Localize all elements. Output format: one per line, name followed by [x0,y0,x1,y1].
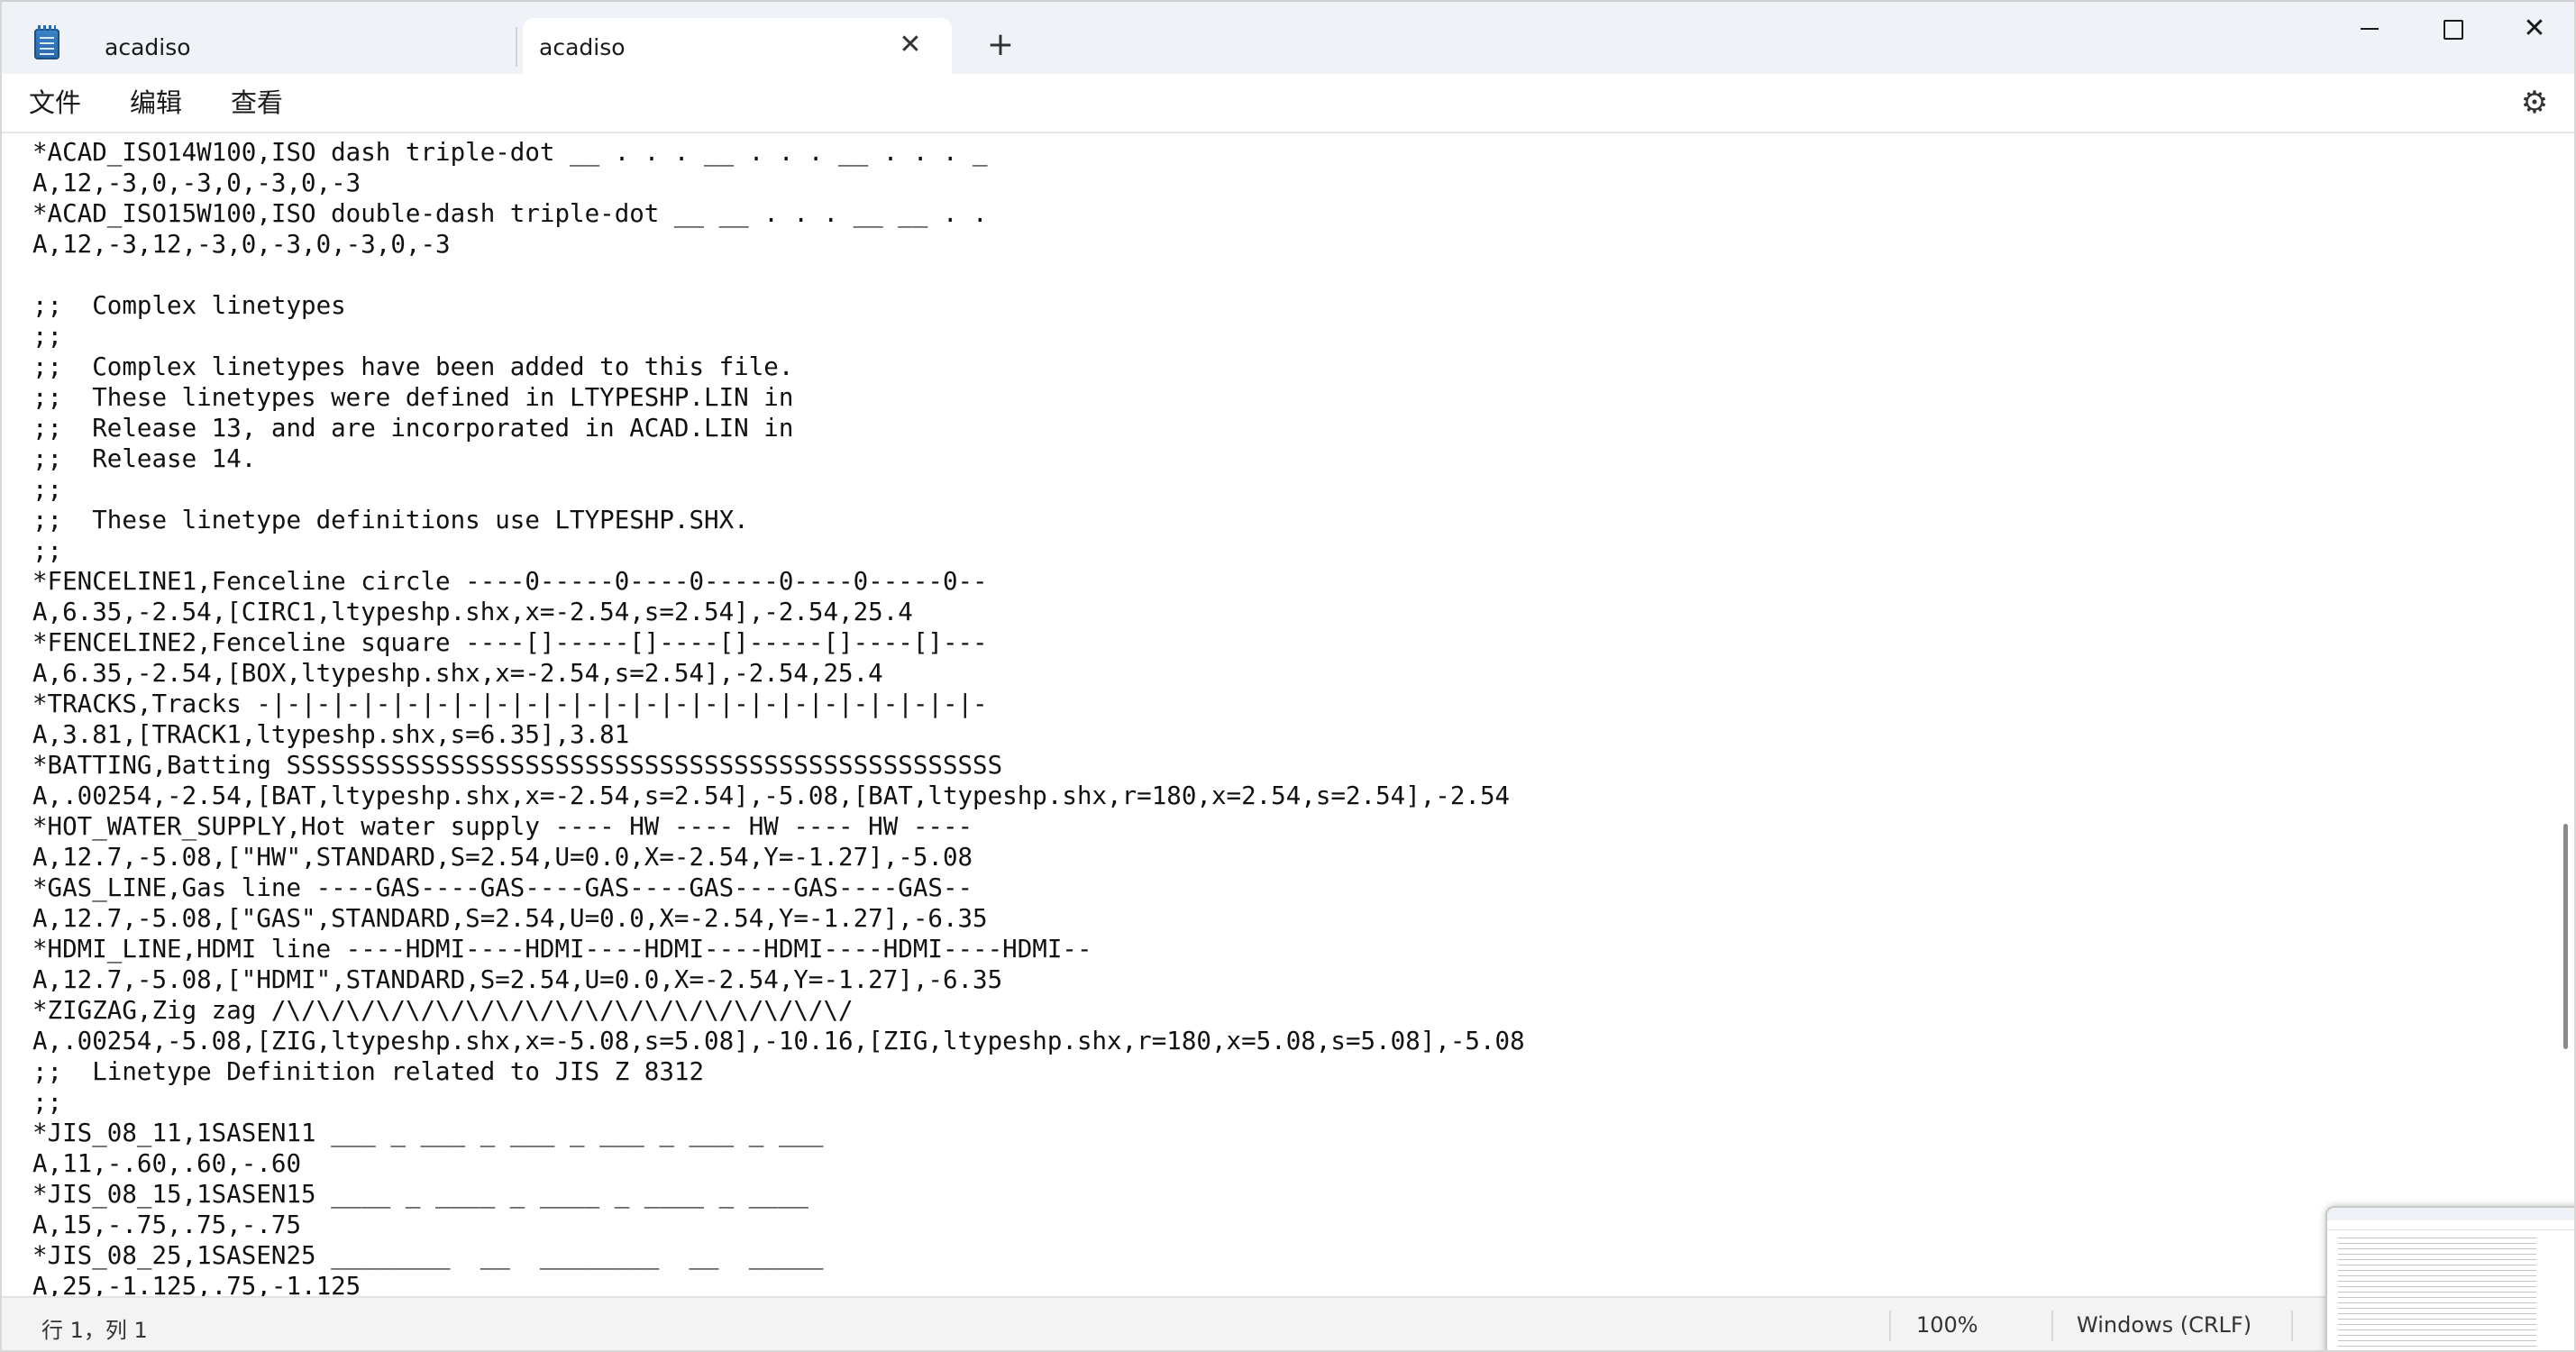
new-tab-button[interactable]: + [984,29,1017,61]
status-divider [1889,1311,1891,1341]
text-line: *ACAD_ISO14W100,ISO dash triple-dot __ .… [32,138,988,167]
thumbnail-menubar [2327,1220,2574,1230]
text-line: ;; These linetype definitions use LTYPES… [32,506,749,534]
text-line: A,12,-3,0,-3,0,-3,0,-3 [32,169,361,197]
menu-edit[interactable]: 编辑 [130,85,182,121]
status-bar: 行 1，列 1 100% Windows (CRLF) [2,1296,2574,1350]
text-line: A,12,-3,12,-3,0,-3,0,-3,0,-3 [32,230,451,259]
close-icon: ✕ [2523,13,2546,44]
text-line: ;; Complex linetypes [32,291,346,320]
text-line: A,6.35,-2.54,[CIRC1,ltypeshp.shx,x=-2.54… [32,598,913,626]
tab-label: acadiso [539,34,626,60]
text-line: ;; Linetype Definition related to JIS Z … [32,1057,705,1086]
status-divider [2051,1311,2053,1341]
text-line: *JIS_08_15,1SASEN15 ____ _ ____ _ ____ _… [32,1180,808,1209]
text-line: *TRACKS,Tracks -|-|-|-|-|-|-|-|-|-|-|-|-… [32,690,988,718]
close-tab-icon[interactable]: ✕ [896,31,925,59]
text-editor[interactable]: *ACAD_ISO14W100,ISO dash triple-dot __ .… [2,133,2560,1296]
text-line: A,.00254,-5.08,[ZIG,ltypeshp.shx,x=-5.08… [32,1027,1525,1055]
text-line: ;; [32,322,63,351]
text-line: A,25,-1.125,.75,-1.125 [32,1272,361,1296]
text-line: *HOT_WATER_SUPPLY,Hot water supply ---- … [32,812,973,841]
text-line: *ZIGZAG,Zig zag /\/\/\/\/\/\/\/\/\/\/\/\… [32,996,854,1025]
notepad-icon [34,25,59,59]
text-line: ;; Complex linetypes have been added to … [32,352,794,381]
text-line: A,6.35,-2.54,[BOX,ltypeshp.shx,x=-2.54,s… [32,659,883,688]
menu-view[interactable]: 查看 [231,85,283,121]
text-line: A,15,-.75,.75,-.75 [32,1210,302,1239]
thumbnail-titlebar [2327,1208,2574,1220]
text-line: A,12.7,-5.08,["HW",STANDARD,S=2.54,U=0.0… [32,843,973,872]
minimize-button[interactable] [2342,11,2396,47]
text-line: *BATTING,Batting SSSSSSSSSSSSSSSSSSSSSSS… [32,751,1003,780]
tab-acadiso-1[interactable]: acadiso [83,27,517,67]
text-line: ;; [32,1088,63,1117]
menu-bar: 文件 编辑 查看 ⚙ [2,74,2574,133]
text-line: A,11,-.60,.60,-.60 [32,1149,302,1178]
zoom-level[interactable]: 100% [1916,1312,1978,1338]
tab-label: acadiso [105,34,191,60]
maximize-button[interactable] [2425,11,2479,47]
tab-acadiso-2[interactable]: acadiso ✕ [523,18,952,74]
text-line: A,12.7,-5.08,["GAS",STANDARD,S=2.54,U=0.… [32,904,988,933]
minimize-icon [2361,28,2379,30]
text-line: *JIS_08_25,1SASEN25 ________ __ ________… [32,1241,824,1270]
text-line: A,12.7,-5.08,["HDMI",STANDARD,S=2.54,U=0… [32,965,1003,994]
window-thumbnail-preview[interactable] [2325,1206,2574,1350]
close-button[interactable]: ✕ [2507,11,2562,47]
text-line: *HDMI_LINE,HDMI line ----HDMI----HDMI---… [32,935,1092,964]
text-line: *FENCELINE2,Fenceline square ----[]-----… [32,628,988,657]
text-line: *JIS_08_11,1SASEN11 ___ _ ___ _ ___ _ __… [32,1119,824,1147]
vertical-scrollbar[interactable] [2563,824,2568,1049]
maximize-icon [2444,20,2463,40]
gear-icon[interactable]: ⚙ [2518,87,2551,119]
cursor-position: 行 1，列 1 [41,1318,148,1343]
text-line: A,.00254,-2.54,[BAT,ltypeshp.shx,x=-2.54… [32,781,1511,810]
text-line: *FENCELINE1,Fenceline circle ----0-----0… [32,567,988,596]
line-ending[interactable]: Windows (CRLF) [2077,1312,2252,1338]
text-line: A,3.81,[TRACK1,ltypeshp.shx,s=6.35],3.81 [32,720,630,749]
thumbnail-text [2338,1235,2536,1350]
text-line: ;; [32,475,63,504]
text-line: ;; These linetypes were defined in LTYPE… [32,383,794,412]
notepad-window: acadiso acadiso ✕ + ✕ 文件 编辑 查看 ⚙ *ACAD_I… [0,0,2576,1352]
status-divider [2291,1311,2293,1341]
text-line: ;; [32,536,63,565]
text-line: ;; Release 14. [32,444,257,473]
text-line: *GAS_LINE,Gas line ----GAS----GAS----GAS… [32,873,973,902]
menu-file[interactable]: 文件 [29,85,81,121]
text-line: *ACAD_ISO15W100,ISO double-dash triple-d… [32,199,988,228]
text-line: ;; Release 13, and are incorporated in A… [32,414,794,443]
title-bar: acadiso acadiso ✕ + ✕ [2,2,2574,74]
